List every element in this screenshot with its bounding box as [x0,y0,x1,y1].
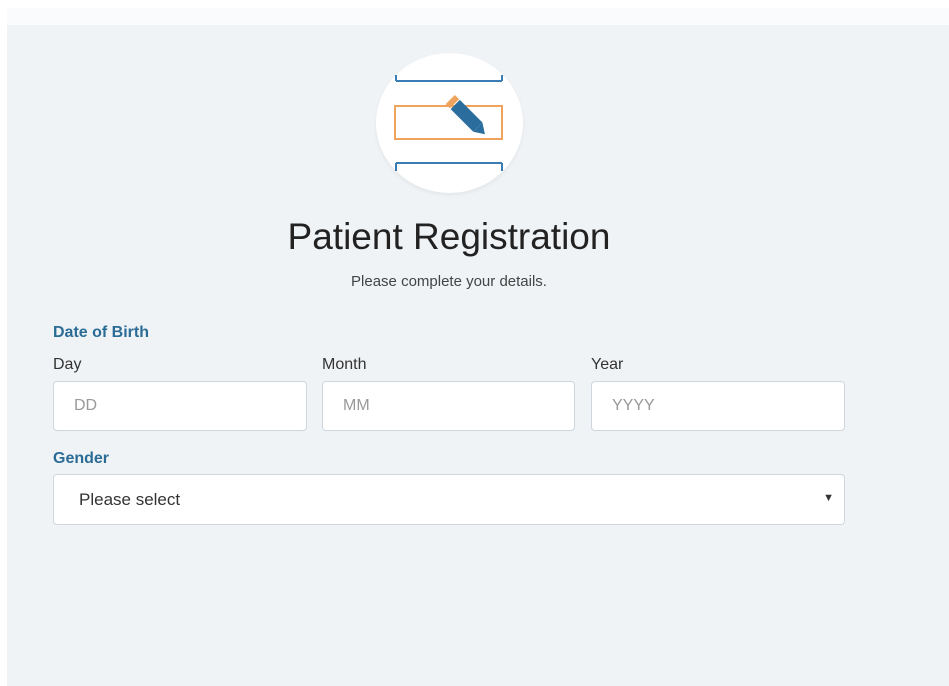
date-of-birth-label: Date of Birth [53,324,149,341]
gender-select-value: Please select [79,490,181,509]
year-input[interactable] [591,381,845,431]
day-label: Day [53,356,82,373]
gender-label: Gender [53,450,110,467]
month-input[interactable] [322,381,575,431]
page-title: Patient Registration [287,216,611,257]
form-edit-icon [376,53,523,193]
month-label: Month [322,356,367,373]
gender-select[interactable]: Please select ▼ [53,474,845,525]
page-subtitle: Please complete your details. [351,273,547,290]
chevron-down-icon: ▼ [823,492,834,504]
year-label: Year [591,356,624,373]
top-strip [7,8,949,25]
day-input[interactable] [53,381,307,431]
